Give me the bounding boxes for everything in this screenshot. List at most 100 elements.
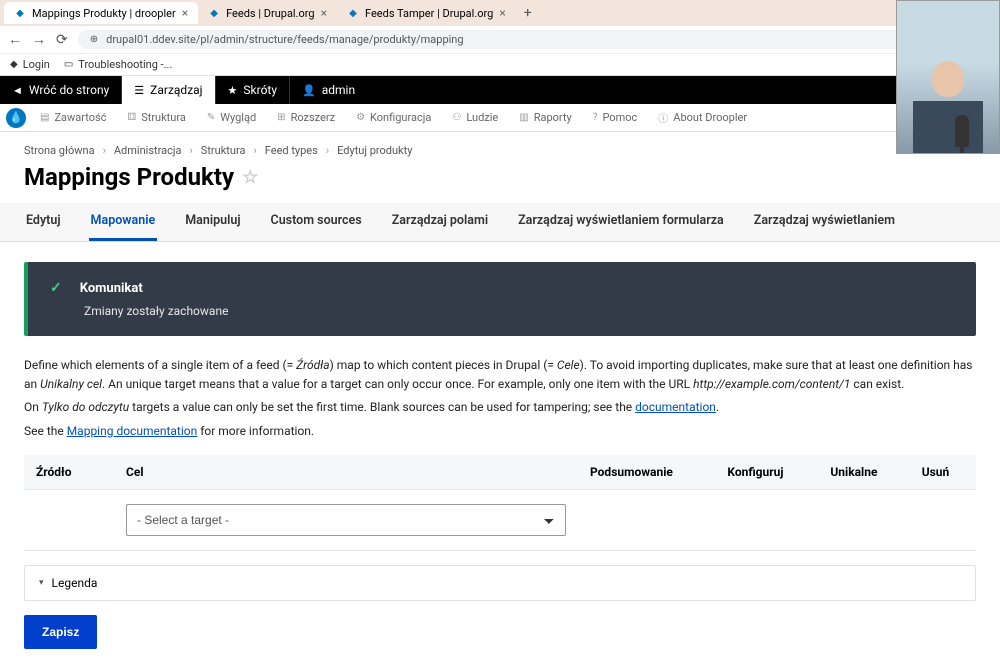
address-bar[interactable]: ⊕ drupal01.ddev.site/pl/admin/structure/…: [78, 30, 992, 49]
save-button[interactable]: Zapisz: [24, 615, 97, 649]
status-message: ✓ Komunikat Zmiany zostały zachowane: [24, 262, 976, 336]
breadcrumb-current: Edytuj produkty: [337, 144, 412, 157]
breadcrumb-link[interactable]: Strona główna: [24, 144, 95, 157]
forward-button[interactable]: →: [32, 31, 46, 48]
tab-close-icon[interactable]: ×: [182, 6, 188, 20]
toolbar-label: Wróć do strony: [29, 83, 109, 97]
drupal-favicon-icon: ◆: [208, 7, 220, 19]
reload-button[interactable]: ⟳: [56, 32, 68, 48]
tab-edit[interactable]: Edytuj: [24, 203, 63, 241]
site-info-icon: ⊕: [90, 34, 98, 45]
tab-manage-form-display[interactable]: Zarządzaj wyświetlaniem formularza: [516, 203, 726, 241]
chevron-right-icon: ›: [189, 144, 192, 157]
nav-help[interactable]: ?Pomoc: [583, 104, 649, 131]
tab-close-icon[interactable]: ×: [499, 6, 505, 20]
shortcuts-button[interactable]: ★ Skróty: [215, 76, 289, 104]
message-body: Zmiany zostały zachowane: [50, 304, 954, 318]
reports-icon: ▥: [519, 112, 528, 123]
table-row: - Select a target -: [24, 489, 976, 550]
back-to-site-button[interactable]: ◄ Wróć do strony: [0, 76, 122, 104]
microphone-icon: [955, 115, 969, 147]
appearance-icon: ✎: [207, 112, 215, 123]
user-icon: 👤: [302, 84, 316, 97]
star-icon: ★: [228, 84, 238, 97]
bookmark-label: Login: [23, 58, 50, 71]
bookmark-favicon-icon: ◆: [10, 59, 18, 70]
toolbar-label: Skróty: [243, 83, 277, 97]
hamburger-icon: ☰: [134, 84, 144, 97]
new-tab-button[interactable]: +: [516, 3, 540, 23]
page-title: Mappings Produkty ☆: [24, 163, 976, 191]
person-silhouette: [913, 53, 983, 153]
primary-tabs: Edytuj Mapowanie Manipuluj Custom source…: [0, 203, 1000, 242]
col-summary: Podsumowanie: [578, 455, 715, 490]
browser-tab-active[interactable]: ◆ Mappings Produkty | droopler ×: [4, 2, 198, 24]
tab-tamper[interactable]: Manipuluj: [183, 203, 242, 241]
breadcrumb-link[interactable]: Feed types: [265, 144, 318, 157]
bookmark-login[interactable]: ◆ Login: [10, 58, 50, 71]
tab-label: Feeds Tamper | Drupal.org: [365, 7, 493, 20]
target-select[interactable]: - Select a target -: [126, 504, 566, 536]
help-text: Define which elements of a single item o…: [24, 356, 976, 441]
browser-nav-bar: ← → ⟳ ⊕ drupal01.ddev.site/pl/admin/stru…: [0, 26, 1000, 54]
toolbar-label: Zarządzaj: [150, 83, 202, 97]
user-menu-button[interactable]: 👤 admin: [289, 76, 367, 104]
mapping-documentation-link[interactable]: Mapping documentation: [67, 424, 198, 438]
mapping-table: Źródło Cel Podsumowanie Konfiguruj Unika…: [24, 455, 976, 551]
browser-tab[interactable]: ◆ Feeds | Drupal.org ×: [198, 2, 337, 24]
nav-appearance[interactable]: ✎Wygląd: [197, 104, 267, 131]
tab-label: Mappings Produkty | droopler: [32, 7, 176, 20]
check-icon: ✓: [50, 280, 62, 296]
extend-icon: ⊞: [277, 112, 285, 123]
drupal-favicon-icon: ◆: [14, 7, 26, 19]
drupal-logo-icon[interactable]: 💧: [6, 108, 26, 128]
nav-extend[interactable]: ⊞Rozszerz: [267, 104, 346, 131]
chevron-right-icon: ›: [253, 144, 256, 157]
arrow-left-icon: ◄: [12, 84, 23, 97]
col-remove: Usuń: [910, 455, 976, 490]
bookmark-troubleshooting[interactable]: ▭ Troubleshooting -...: [64, 58, 173, 71]
bookmark-label: Troubleshooting -...: [78, 58, 172, 71]
legend-label: Legenda: [52, 576, 98, 590]
col-target: Cel: [114, 455, 578, 490]
table-header-row: Źródło Cel Podsumowanie Konfiguruj Unika…: [24, 455, 976, 490]
nav-about-droopler[interactable]: ⓘAbout Droopler: [648, 104, 758, 131]
favorite-star-icon[interactable]: ☆: [242, 167, 258, 188]
tab-close-icon[interactable]: ×: [321, 6, 327, 20]
tab-mapping[interactable]: Mapowanie: [89, 203, 158, 241]
col-configure: Konfiguruj: [715, 455, 818, 490]
documentation-link[interactable]: documentation: [635, 400, 716, 414]
toolbar-label: admin: [322, 83, 355, 97]
content-icon: ▤: [40, 112, 49, 123]
breadcrumb: Strona główna › Administracja › Struktura ›…: [24, 144, 976, 157]
webcam-overlay: [896, 0, 1000, 154]
config-icon: ⚙: [356, 112, 365, 123]
tab-custom-sources[interactable]: Custom sources: [269, 203, 364, 241]
admin-secondary-toolbar: 💧 ▤Zawartość ⚃Struktura ✎Wygląd ⊞Rozszer…: [0, 104, 1000, 132]
tab-label: Feeds | Drupal.org: [226, 7, 314, 20]
col-unique: Unikalne: [818, 455, 909, 490]
breadcrumb-link[interactable]: Administracja: [114, 144, 182, 157]
chevron-right-icon: ›: [326, 144, 329, 157]
nav-reports[interactable]: ▥Raporty: [509, 104, 582, 131]
manage-button[interactable]: ☰ Zarządzaj: [122, 76, 214, 104]
nav-configuration[interactable]: ⚙Konfiguracja: [346, 104, 442, 131]
browser-tab[interactable]: ◆ Feeds Tamper | Drupal.org ×: [337, 2, 516, 24]
nav-people[interactable]: ⚇Ludzie: [442, 104, 509, 131]
admin-toolbar: ◄ Wróć do strony ☰ Zarządzaj ★ Skróty 👤 …: [0, 76, 1000, 104]
folder-icon: ▭: [64, 59, 73, 70]
back-button[interactable]: ←: [8, 31, 22, 48]
message-heading: ✓ Komunikat: [50, 280, 954, 296]
browser-tab-strip: ◆ Mappings Produkty | droopler × ◆ Feeds…: [0, 0, 1000, 26]
page-content: Strona główna › Administracja › Struktura ›…: [0, 132, 1000, 669]
tab-manage-fields[interactable]: Zarządzaj polami: [390, 203, 490, 241]
tab-manage-display[interactable]: Zarządzaj wyświetlaniem: [752, 203, 897, 241]
nav-structure[interactable]: ⚃Struktura: [117, 104, 196, 131]
legend-toggle[interactable]: ▾ Legenda: [24, 565, 976, 601]
breadcrumb-link[interactable]: Struktura: [201, 144, 246, 157]
nav-content[interactable]: ▤Zawartość: [30, 104, 117, 131]
drupal-favicon-icon: ◆: [347, 7, 359, 19]
people-icon: ⚇: [452, 112, 461, 123]
chevron-right-icon: ›: [103, 144, 106, 157]
bookmarks-bar: ◆ Login ▭ Troubleshooting -...: [0, 54, 1000, 76]
